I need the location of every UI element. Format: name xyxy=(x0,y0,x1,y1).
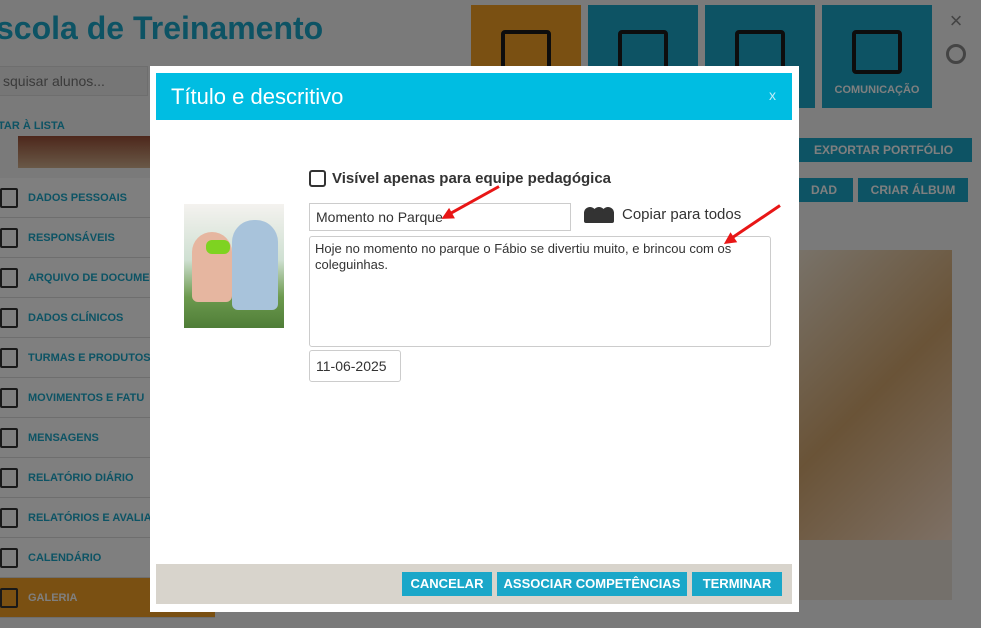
cancel-button[interactable]: CANCELAR xyxy=(402,572,492,596)
visibility-checkbox[interactable] xyxy=(309,170,326,187)
visibility-label: Visível apenas para equipe pedagógica xyxy=(332,170,612,187)
modal-close-button[interactable]: x xyxy=(769,87,776,103)
date-input[interactable]: 11-06-2025 xyxy=(309,350,401,382)
toy xyxy=(206,240,230,254)
group-icon xyxy=(584,205,614,223)
description-textarea[interactable]: Hoje no momento no parque o Fábio se div… xyxy=(309,236,771,347)
visibility-option[interactable]: Visível apenas para equipe pedagógica xyxy=(309,170,611,187)
modal-header: Título e descritivo x xyxy=(156,73,792,120)
modal-title: Título e descritivo xyxy=(171,84,344,109)
child-figure xyxy=(232,220,278,310)
associate-competencies-button[interactable]: ASSOCIAR COMPETÊNCIAS xyxy=(497,572,687,596)
modal-footer: CANCELAR ASSOCIAR COMPETÊNCIAS TERMINAR xyxy=(156,564,792,604)
copy-to-all-button[interactable]: Copiar para todos xyxy=(584,205,741,223)
copy-to-all-label: Copiar para todos xyxy=(622,205,742,223)
app-window: scola de Treinamento TAR À LISTA DADOS P… xyxy=(0,0,981,628)
title-description-modal: Título e descritivo x Visível apenas par… xyxy=(150,66,799,612)
finish-button[interactable]: TERMINAR xyxy=(692,572,782,596)
photo-thumbnail xyxy=(184,204,284,328)
